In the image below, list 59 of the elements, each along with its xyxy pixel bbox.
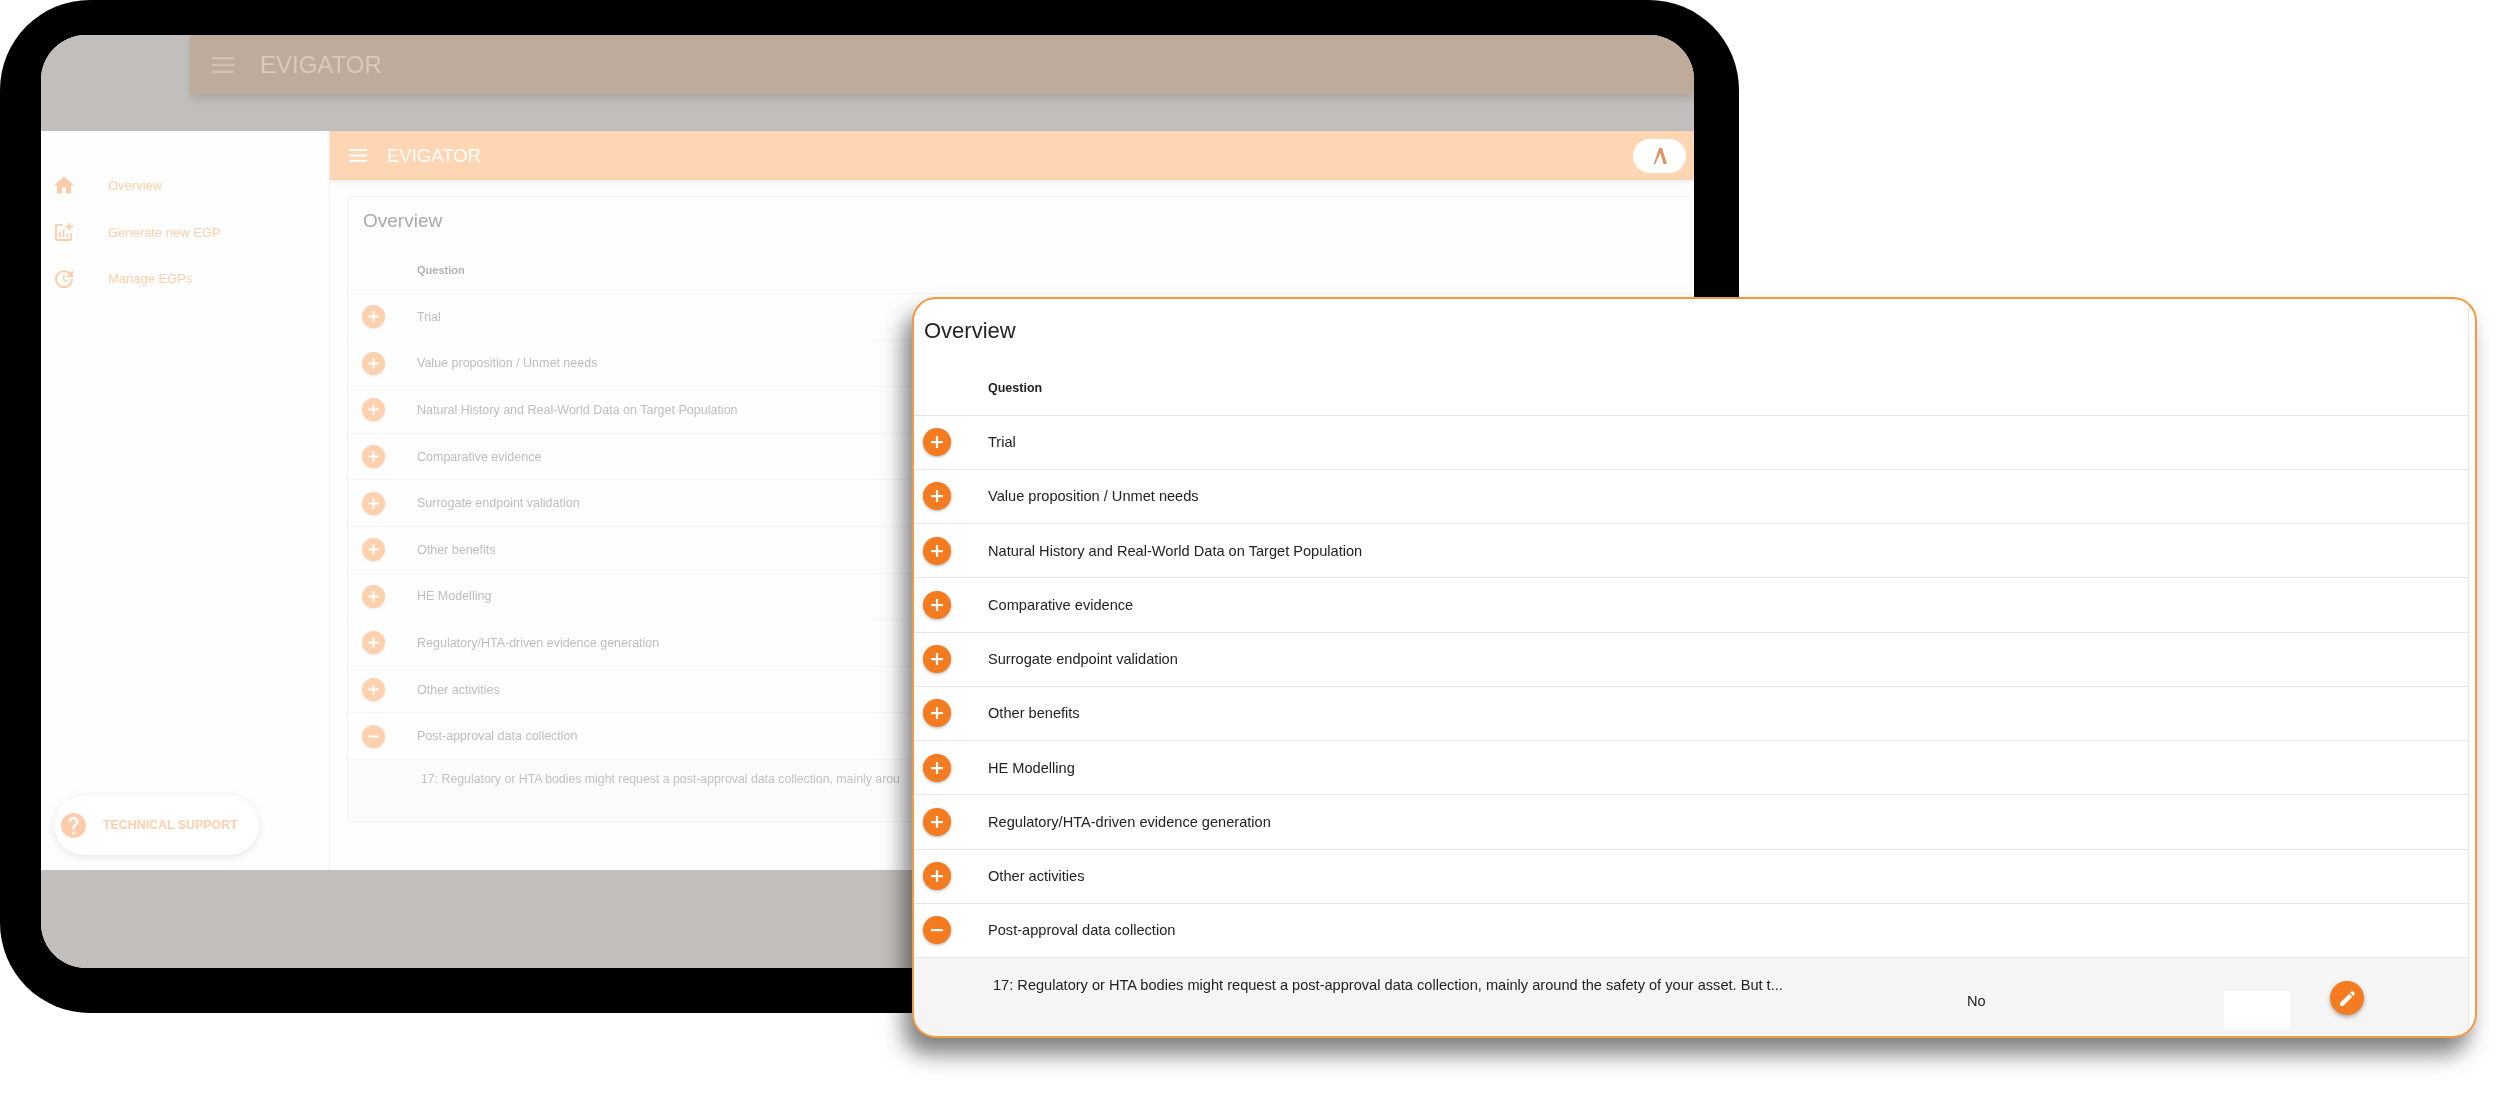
question-text: Regulatory/HTA-driven evidence generation (417, 635, 660, 650)
question-text: HE Modelling (988, 759, 1075, 776)
question-text: Trial (417, 309, 441, 324)
question-text: Post-approval data collection (417, 729, 578, 744)
pencil-icon (2339, 990, 2355, 1006)
question-text: Other activities (417, 682, 500, 697)
clock-arrow-icon (54, 269, 74, 288)
home-icon (54, 176, 74, 195)
question-text: Value proposition / Unmet needs (988, 488, 1199, 505)
app-title: EVIGATOR (387, 144, 481, 167)
plus-icon[interactable] (362, 538, 385, 562)
plus-icon[interactable] (923, 807, 951, 836)
question-text: Other benefits (417, 542, 496, 557)
plus-icon[interactable] (362, 491, 385, 515)
plus-icon[interactable] (923, 699, 951, 728)
plus-icon[interactable] (923, 862, 951, 891)
menu-icon (212, 57, 234, 73)
question-text: Natural History and Real-World Data on Target Population (988, 542, 1363, 559)
plus-icon[interactable] (923, 590, 951, 619)
question-text: Value proposition / Unmet needs (417, 356, 598, 371)
minus-icon[interactable] (923, 916, 951, 945)
minus-icon[interactable] (362, 724, 385, 748)
plus-icon[interactable] (362, 398, 385, 422)
question-text: Comparative evidence (988, 596, 1134, 613)
sidebar-item[interactable]: Generate new EGP (41, 208, 229, 256)
plus-icon[interactable] (923, 482, 951, 511)
question-text: Regulatory/HTA-driven evidence generation (988, 813, 1271, 830)
plus-icon[interactable] (923, 645, 951, 674)
question-text: Surrogate endpoint validation (988, 651, 1178, 668)
question-text: Comparative evidence (417, 449, 542, 464)
logo-icon (1652, 147, 1667, 164)
sidebar-item[interactable]: Manage EGPs (41, 255, 201, 303)
card-title: Overview (363, 210, 443, 231)
sidebar-item[interactable]: Overview (41, 162, 171, 209)
answer-text: No (1967, 993, 1986, 1009)
column-header: Question (988, 380, 1043, 395)
card-title: Overview (924, 318, 1016, 343)
plus-icon[interactable] (362, 584, 385, 608)
plus-icon[interactable] (362, 631, 385, 655)
plus-icon[interactable] (923, 428, 951, 457)
detail-text: 17: Regulatory or HTA bodies might request a post-approval data collection, mainly around the safety of your asset. But t... (993, 977, 1783, 993)
question-text: Other activities (988, 868, 1085, 885)
plus-icon[interactable] (923, 536, 951, 565)
help-icon (61, 812, 86, 838)
question-text: Surrogate endpoint validation (417, 496, 580, 511)
edit-button[interactable] (2330, 981, 2364, 1015)
plus-icon[interactable] (362, 678, 385, 702)
question-text: Natural History and Real-World Data on Target Population (417, 403, 738, 417)
plus-icon[interactable] (362, 351, 385, 375)
plus-icon[interactable] (923, 753, 951, 782)
column-header: Question (417, 264, 465, 276)
technical-support-button[interactable]: TECHNICAL SUPPORT (54, 795, 259, 855)
question-text: Trial (988, 434, 1016, 451)
question-text: Post-approval data collection (988, 922, 1176, 939)
plus-icon[interactable] (362, 445, 385, 469)
question-text: HE Modelling (417, 589, 492, 604)
plus-icon[interactable] (362, 305, 385, 329)
chart-plus-icon (54, 223, 74, 242)
question-text: Other benefits (988, 705, 1080, 722)
